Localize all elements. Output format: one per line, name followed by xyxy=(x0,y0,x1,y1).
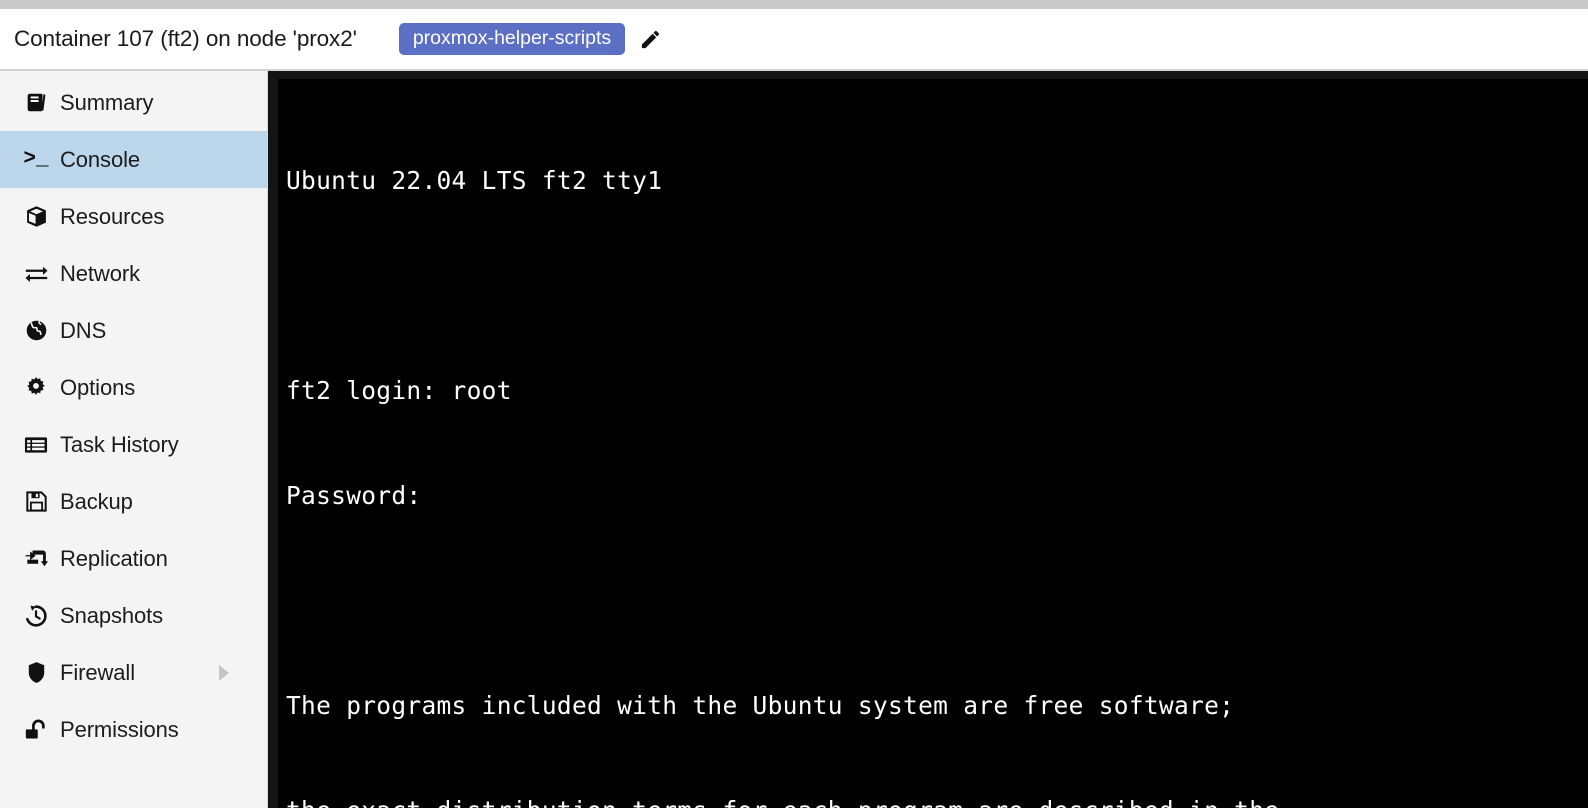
page-title: Container 107 (ft2) on node 'prox2' xyxy=(14,26,357,51)
chevron-right-icon xyxy=(219,664,229,681)
sidebar-item-snapshots[interactable]: Snapshots xyxy=(0,587,267,644)
proxmox-container-console-page: Container 107 (ft2) on node 'prox2' prox… xyxy=(0,0,1588,808)
container-tag-badge[interactable]: proxmox-helper-scripts xyxy=(398,22,626,56)
console-terminal-frame: Ubuntu 22.04 LTS ft2 tty1 ft2 login: roo… xyxy=(268,71,1588,808)
terminal-line: Password: xyxy=(286,481,422,510)
pencil-edit-icon[interactable] xyxy=(639,28,662,51)
page-header: Container 107 (ft2) on node 'prox2' prox… xyxy=(0,9,1588,71)
terminal-output: Ubuntu 22.04 LTS ft2 tty1 ft2 login: roo… xyxy=(286,93,1588,808)
window-top-strip xyxy=(0,0,1588,9)
sidebar-item-label: Network xyxy=(60,260,140,286)
sidebar-item-backup[interactable]: Backup xyxy=(0,473,267,530)
sidebar-item-console[interactable]: >_ Console xyxy=(0,131,267,188)
gear-icon xyxy=(12,374,60,402)
sidebar-item-label: Snapshots xyxy=(60,602,164,628)
sidebar-item-label: Resources xyxy=(60,203,165,229)
sidebar-item-label: DNS xyxy=(60,317,107,343)
exchange-icon xyxy=(12,260,60,288)
list-icon xyxy=(12,431,60,459)
cube-icon xyxy=(12,203,60,231)
terminal-line: Ubuntu 22.04 LTS ft2 tty1 xyxy=(286,166,663,195)
console-terminal[interactable]: Ubuntu 22.04 LTS ft2 tty1 ft2 login: roo… xyxy=(278,79,1588,808)
sidebar-item-task-history[interactable]: Task History xyxy=(0,416,267,473)
book-icon xyxy=(12,89,60,117)
sidebar-item-replication[interactable]: Replication xyxy=(0,530,267,587)
sidebar-item-label: Summary xyxy=(60,89,154,115)
unlock-icon xyxy=(12,716,60,744)
sidebar-item-label: Options xyxy=(60,374,136,400)
sidebar-item-label: Firewall xyxy=(60,659,135,685)
page-body: Summary >_ Console Resources Network DNS… xyxy=(0,71,1588,808)
sidebar-item-resources[interactable]: Resources xyxy=(0,188,267,245)
terminal-line: ft2 login: root xyxy=(286,376,512,405)
terminal-icon: >_ xyxy=(12,146,60,174)
terminal-prompt-glyph: >_ xyxy=(23,148,49,171)
sidebar-item-label: Backup xyxy=(60,488,133,514)
terminal-line: the exact distribution terms for each pr… xyxy=(286,793,1588,808)
replication-icon xyxy=(12,545,60,573)
sidebar-item-label: Task History xyxy=(60,431,179,457)
sidebar-item-label: Replication xyxy=(60,545,168,571)
sidebar-item-firewall[interactable]: Firewall xyxy=(0,644,267,701)
sidebar-item-permissions[interactable]: Permissions xyxy=(0,701,267,758)
terminal-line: The programs included with the Ubuntu sy… xyxy=(286,691,1235,720)
sidebar-item-label: Console xyxy=(60,146,141,172)
sidebar-item-label: Permissions xyxy=(60,716,179,742)
sidebar-item-options[interactable]: Options xyxy=(0,359,267,416)
history-icon xyxy=(12,602,60,630)
globe-icon xyxy=(12,317,60,345)
sidebar-item-dns[interactable]: DNS xyxy=(0,302,267,359)
container-sidebar-nav: Summary >_ Console Resources Network DNS… xyxy=(0,71,268,808)
sidebar-item-network[interactable]: Network xyxy=(0,245,267,302)
floppy-disk-icon xyxy=(12,488,60,516)
sidebar-item-summary[interactable]: Summary xyxy=(0,74,267,131)
shield-icon xyxy=(12,659,60,687)
